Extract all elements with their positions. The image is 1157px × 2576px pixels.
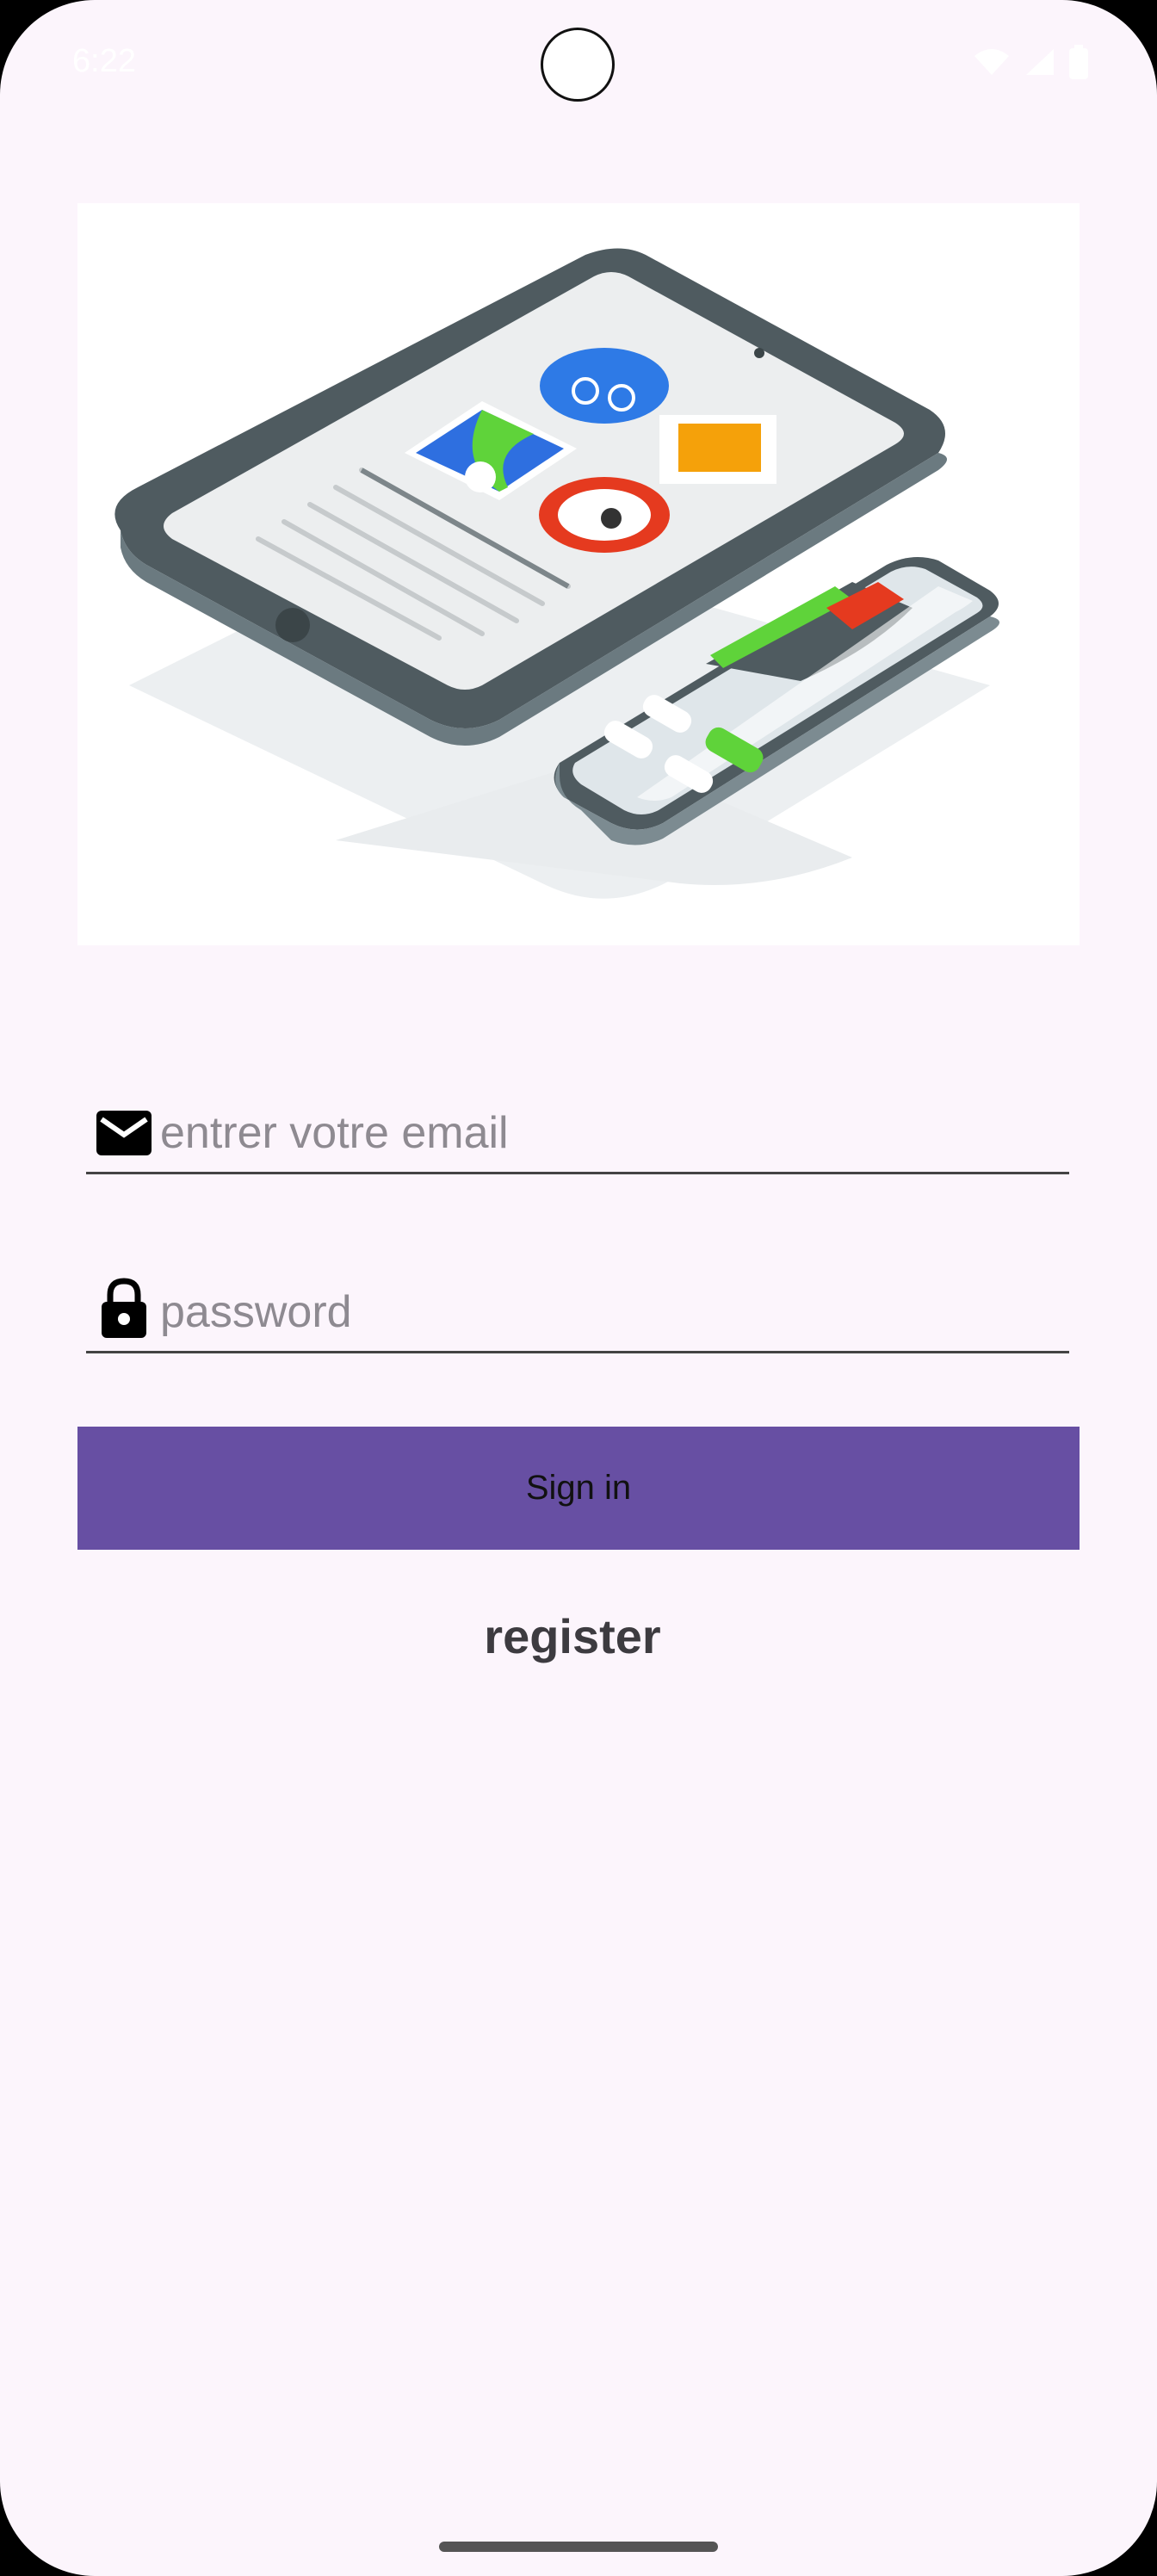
- email-field[interactable]: [86, 1097, 1069, 1174]
- devices-illustration: [114, 248, 999, 899]
- wifi-icon: [974, 49, 1009, 75]
- camera-cutout: [541, 28, 615, 102]
- status-time: 6:22: [72, 43, 136, 79]
- envelope-icon: [96, 1111, 152, 1155]
- status-bar: 6:22: [0, 0, 1157, 129]
- status-icons: [973, 45, 1088, 79]
- battery-icon: [1069, 45, 1088, 79]
- signal-icon: [1026, 49, 1054, 75]
- hero-illustration: [77, 203, 1080, 945]
- phone-screen: 6:22 entrer votre email Sign in register: [0, 0, 1157, 2576]
- password-field[interactable]: [86, 1276, 1069, 1353]
- password-input[interactable]: [160, 1276, 1055, 1348]
- home-indicator[interactable]: [439, 2542, 718, 2552]
- email-input[interactable]: [160, 1097, 1055, 1169]
- lock-icon: [102, 1278, 146, 1338]
- sign-in-button[interactable]: Sign in: [77, 1427, 1080, 1550]
- register-link[interactable]: register: [0, 1608, 1145, 1664]
